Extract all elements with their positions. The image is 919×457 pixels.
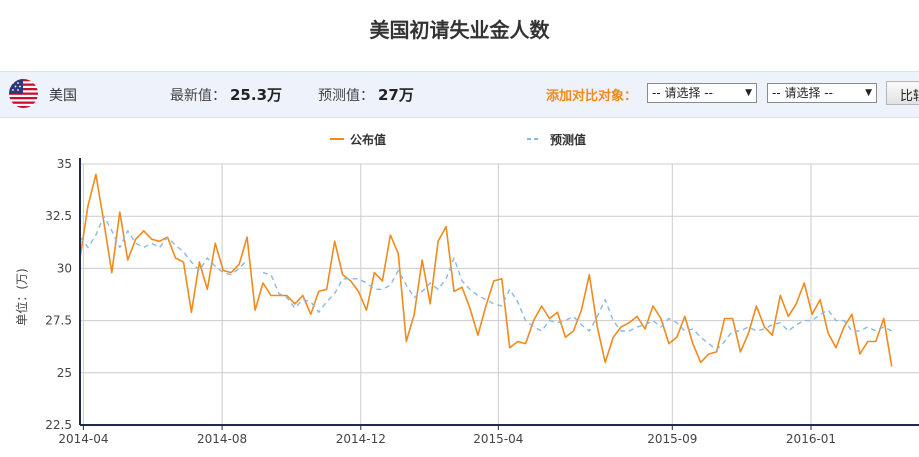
page-title: 美国初请失业金人数 xyxy=(369,18,550,42)
y-axis-label: 单位：(万) xyxy=(14,268,29,325)
y-tick-label: 32.5 xyxy=(45,209,72,223)
y-tick-label: 25 xyxy=(57,366,72,380)
series-line-forecast[interactable] xyxy=(262,257,893,351)
series-line-actual[interactable] xyxy=(79,173,893,367)
dropdown-arrow-icon: ▼ xyxy=(865,88,872,98)
forecast-label: 预测值： xyxy=(318,88,374,104)
dropdown-arrow-icon: ▼ xyxy=(745,88,752,98)
compare-select-2[interactable]: -- 请选择 -- ▼ xyxy=(767,83,877,103)
chart-axes xyxy=(79,158,919,426)
x-tick-label: 2014-08 xyxy=(197,432,247,446)
latest-label: 最新值： xyxy=(170,88,226,104)
country-name: 美国 xyxy=(49,88,77,104)
y-tick-label: 27.5 xyxy=(45,314,72,328)
x-tick-label: 2014-04 xyxy=(58,432,108,446)
x-tick-label: 2016-01 xyxy=(786,432,836,446)
compare-select-2-value: -- 请选择 -- xyxy=(772,86,833,100)
us-flag-icon xyxy=(9,79,38,108)
y-axis-ticks: 22.5 25 27.5 30 32.5 35 xyxy=(45,157,72,432)
compare-button[interactable]: 比较 xyxy=(886,81,919,105)
chart-grid xyxy=(80,163,919,426)
chart-legend: 公布值 预测值 xyxy=(330,132,586,147)
y-tick-label: 30 xyxy=(57,261,72,275)
compare-select-1-value: -- 请选择 -- xyxy=(652,86,713,100)
latest-value: 25.3万 xyxy=(230,86,283,104)
x-tick-label: 2015-04 xyxy=(473,432,523,446)
chart-series xyxy=(79,173,893,367)
latest-value-group: 最新值： 25.3万 xyxy=(170,84,282,105)
compare-label: 添加对比对象： xyxy=(546,89,638,104)
x-tick-label: 2015-09 xyxy=(647,432,697,446)
y-tick-label: 35 xyxy=(57,157,72,171)
legend-actual-label[interactable]: 公布值 xyxy=(350,132,386,147)
x-axis-ticks: 2014-04 2014-08 2014-12 2015-04 2015-09 2016-… xyxy=(58,425,836,446)
forecast-value: 27万 xyxy=(378,86,414,104)
info-bar: 美国 最新值： 25.3万 预测值： 27万 添加对比对象： -- 请选择 -- ▼… xyxy=(0,71,919,118)
compare-select-1[interactable]: -- 请选择 -- ▼ xyxy=(647,83,757,103)
forecast-value-group: 预测值： 27万 xyxy=(318,84,414,105)
y-tick-label: 22.5 xyxy=(45,418,72,432)
jobless-claims-chart: 公布值 预测值 单位：(万) 22.5 25 27.5 30 32.5 35 2014-0… xyxy=(14,132,919,446)
legend-forecast-label[interactable]: 预测值 xyxy=(550,132,586,147)
x-tick-label: 2014-12 xyxy=(336,432,386,446)
